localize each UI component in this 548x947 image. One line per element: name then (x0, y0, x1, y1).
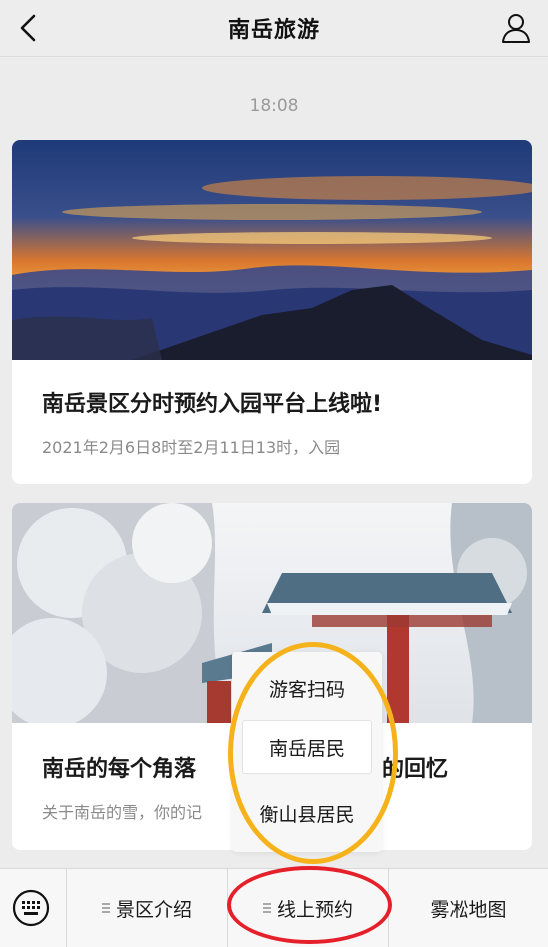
submenu-item-nanyue-resident[interactable]: 南岳居民 (242, 720, 372, 774)
tab-label: 景区介绍 (115, 898, 192, 921)
menu-bar: 景区介绍 线上预约 雾凇地图 (0, 868, 548, 947)
menu-lines-icon (262, 901, 271, 915)
submenu-item-visitor-scan[interactable]: 游客扫码 (232, 662, 382, 714)
article-title-right: 的回忆 (382, 757, 449, 782)
tab-scenic-intro[interactable]: 景区介绍 (67, 869, 227, 947)
chevron-left-icon (20, 14, 36, 42)
article-title: 南岳景区分时预约入园平台上线啦! (42, 392, 383, 417)
menu-lines-icon (101, 901, 110, 915)
keyboard-icon (12, 889, 50, 927)
user-icon (502, 14, 530, 43)
tab-label: 雾凇地图 (430, 898, 507, 921)
tab-rime-map[interactable]: 雾凇地图 (389, 869, 548, 947)
tab-online-reservation[interactable]: 线上预约 (228, 869, 388, 947)
message-timestamp: 18:08 (249, 96, 299, 116)
keyboard-toggle-button[interactable] (10, 887, 52, 929)
page-title: 南岳旅游 (227, 18, 320, 43)
profile-button[interactable] (498, 10, 534, 46)
article-description: 2021年2月6日8时至2月11日13时，入园 (42, 438, 341, 457)
nav-header: 南岳旅游 (0, 0, 548, 57)
submenu-item-hengshan-resident[interactable]: 衡山县居民 (232, 787, 382, 839)
article-title-left: 南岳的每个角落 (42, 757, 197, 782)
article-description: 关于南岳的雪，你的记 (42, 803, 203, 822)
sunrise-sea-of-clouds-image (12, 140, 532, 360)
reservation-submenu: 游客扫码 南岳居民 衡山县居民 (232, 652, 382, 852)
back-button[interactable] (12, 10, 48, 46)
tab-label: 线上预约 (276, 898, 353, 921)
article-card[interactable]: 南岳景区分时预约入园平台上线啦! 2021年2月6日8时至2月11日13时，入园 (12, 140, 532, 484)
